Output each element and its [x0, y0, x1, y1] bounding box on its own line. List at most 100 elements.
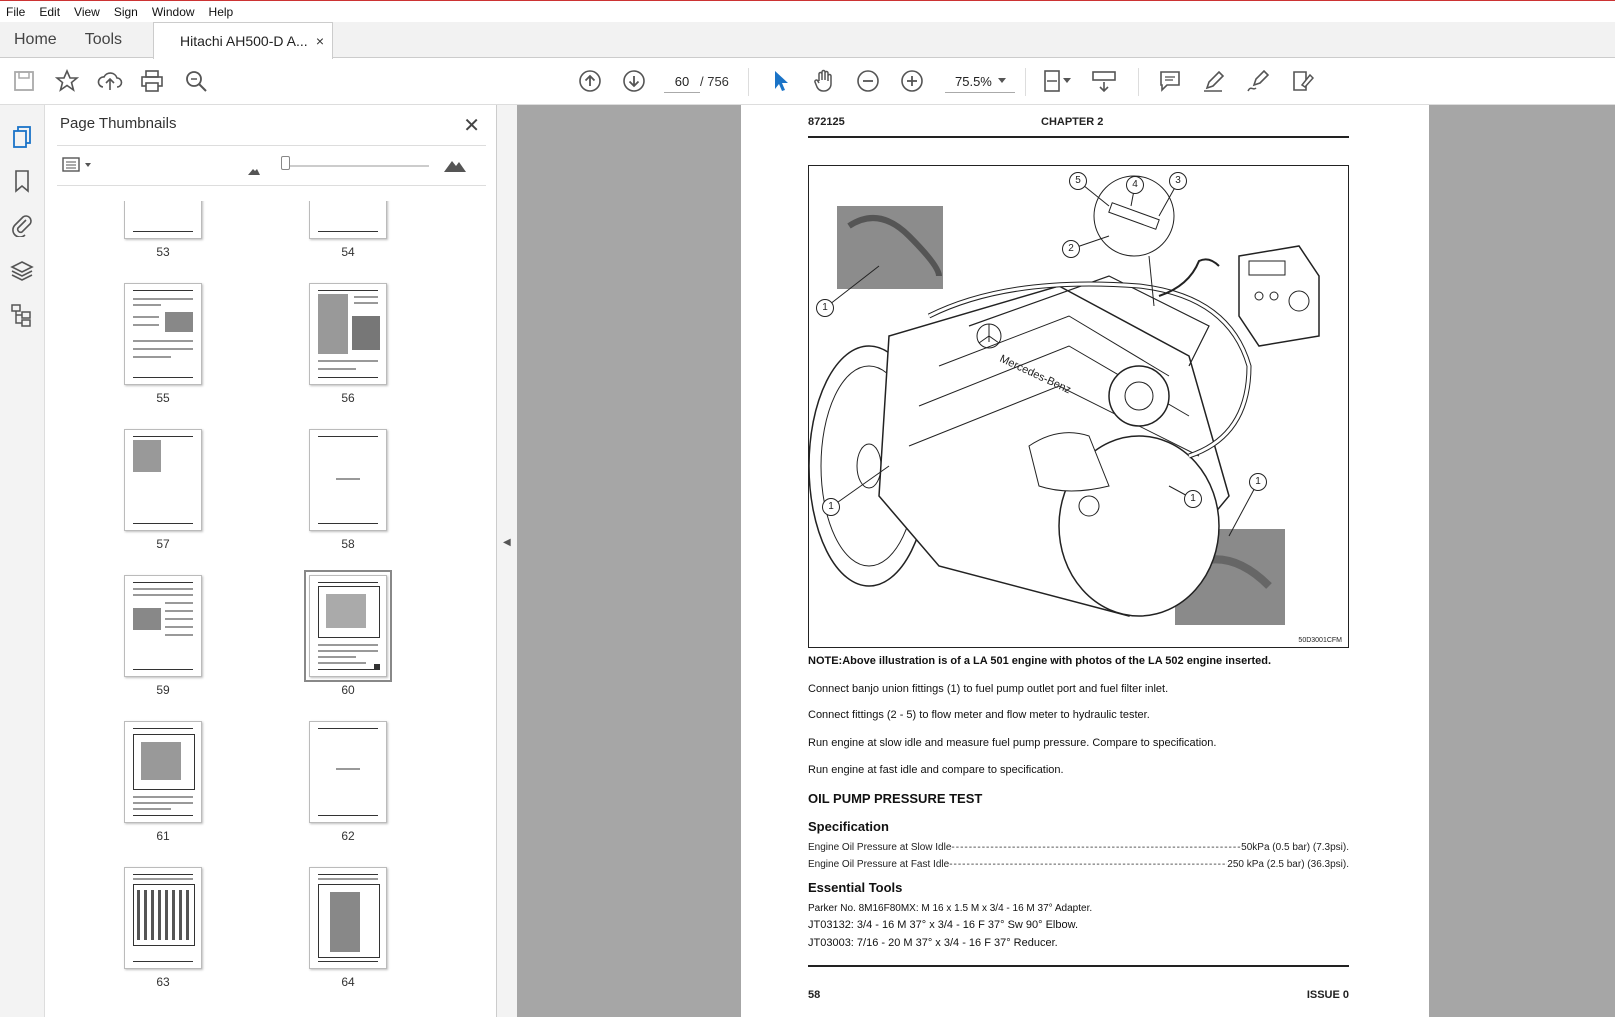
menu-bar: File Edit View Sign Window Help: [0, 0, 1615, 22]
tab-document[interactable]: Hitachi AH500-D A... ×: [153, 22, 333, 59]
slider-handle[interactable]: [281, 156, 290, 170]
tab-home[interactable]: Home: [0, 22, 71, 57]
collapse-panel-handle[interactable]: ◀: [497, 105, 517, 1017]
left-navigation-rail: [0, 105, 45, 1017]
page-thumbnail-number: 62: [341, 829, 355, 843]
document-tab-title: Hitachi AH500-D A...: [180, 33, 308, 49]
print-icon[interactable]: [138, 67, 166, 95]
toolbar: 60 / 756 75.5%: [0, 59, 1615, 105]
footer-rule: [808, 965, 1349, 967]
page-thumbnail[interactable]: [124, 575, 202, 677]
chevron-down-icon[interactable]: [1060, 67, 1074, 95]
page-thumbnails-icon[interactable]: [8, 123, 36, 151]
bookmarks-icon[interactable]: [8, 167, 36, 195]
page-footer-number: 58: [808, 989, 821, 1001]
document-page: 872125 CHAPTER 2 Mercedes-Benz 1 1 1 1 2…: [741, 105, 1429, 1017]
page-header-code: 872125: [808, 116, 845, 128]
page-thumbnail-number: 63: [156, 975, 170, 989]
fill-sign-icon[interactable]: [1288, 67, 1316, 95]
page-thumbnail[interactable]: [309, 283, 387, 385]
tab-tools[interactable]: Tools: [71, 22, 136, 57]
spec-label: Engine Oil Pressure at Slow Idle: [808, 842, 952, 853]
upload-cloud-icon[interactable]: [96, 67, 124, 95]
highlight-pen-icon[interactable]: [1200, 67, 1228, 95]
callout-1: 1: [822, 498, 840, 516]
menu-file[interactable]: File: [0, 5, 33, 19]
menu-edit[interactable]: Edit: [33, 5, 68, 19]
menu-help[interactable]: Help: [203, 5, 242, 19]
small-mountain-icon[interactable]: [245, 157, 263, 185]
attachments-paperclip-icon[interactable]: [8, 211, 36, 239]
document-viewer: 872125 CHAPTER 2 Mercedes-Benz 1 1 1 1 2…: [517, 105, 1615, 1017]
chevron-down-icon[interactable]: [995, 67, 1009, 95]
zoom-out-icon[interactable]: [854, 67, 882, 95]
hand-tool-icon[interactable]: [810, 67, 838, 95]
search-zoom-icon[interactable]: [182, 67, 210, 95]
close-tab-icon[interactable]: ×: [316, 23, 324, 59]
page-thumbnail[interactable]: [124, 429, 202, 531]
header-rule: [808, 136, 1349, 138]
page-total-label: / 756: [700, 74, 729, 89]
page-thumbnail[interactable]: [309, 201, 387, 239]
tool-item: JT03003: 7/16 - 20 M 37° x 3/4 - 16 F 37…: [808, 937, 1058, 949]
page-thumbnail-number: 53: [156, 245, 170, 259]
specification-heading: Specification: [808, 819, 889, 834]
engine-illustration: Mercedes-Benz 1 1 1 1 2 3 4 5 50D3001CFM: [808, 165, 1349, 648]
page-number-input[interactable]: 60: [664, 71, 700, 93]
page-thumbnail[interactable]: [309, 721, 387, 823]
close-panel-icon[interactable]: ✕: [463, 113, 480, 138]
layers-icon[interactable]: [8, 257, 36, 285]
thumbnail-list: 53 54 55 56 57 58 59 60 61 62 63 64: [57, 201, 467, 1017]
page-thumbnail-number: 56: [341, 391, 355, 405]
comment-icon[interactable]: [1156, 67, 1184, 95]
callout-1: 1: [1249, 473, 1267, 491]
spec-leader: ----------------------------------------…: [949, 859, 1227, 870]
page-thumbnail-number: 55: [156, 391, 170, 405]
page-header-chapter: CHAPTER 2: [1041, 116, 1104, 128]
save-icon[interactable]: [10, 67, 38, 95]
panel-title: Page Thumbnails: [60, 115, 177, 132]
menu-window[interactable]: Window: [146, 5, 203, 19]
toolbar-divider: [1138, 68, 1139, 96]
collapse-arrow-icon[interactable]: ◀: [503, 537, 511, 548]
toolbar-divider: [1025, 68, 1026, 96]
menu-view[interactable]: View: [68, 5, 108, 19]
page-thumbnail-number: 54: [341, 245, 355, 259]
tool-item: JT03132: 3/4 - 16 M 37° x 3/4 - 16 F 37°…: [808, 919, 1079, 931]
next-page-icon[interactable]: [620, 67, 648, 95]
previous-page-icon[interactable]: [576, 67, 604, 95]
callout-4: 4: [1126, 176, 1144, 194]
tool-item: Parker No. 8M16F80MX: M 16 x 1.5 M x 3/4…: [808, 903, 1093, 914]
scroll-mode-icon[interactable]: [1090, 67, 1118, 95]
page-thumbnail-selected[interactable]: [304, 570, 392, 682]
page-thumbnail[interactable]: [309, 429, 387, 531]
page-footer-issue: ISSUE 0: [1306, 989, 1349, 1001]
menu-sign[interactable]: Sign: [108, 5, 146, 19]
select-cursor-icon[interactable]: [766, 67, 794, 95]
figure-code: 50D3001CFM: [1298, 637, 1342, 644]
large-mountain-icon[interactable]: [441, 151, 469, 179]
page-thumbnail[interactable]: [124, 721, 202, 823]
sign-icon[interactable]: [1244, 67, 1272, 95]
callout-2: 2: [1062, 240, 1080, 258]
page-thumbnail[interactable]: [124, 201, 202, 239]
page-thumbnail-number: 64: [341, 975, 355, 989]
bookmark-star-icon[interactable]: [53, 67, 81, 95]
structure-tree-icon[interactable]: [8, 301, 36, 329]
thumbnail-size-slider[interactable]: [283, 165, 429, 167]
spec-row: Engine Oil Pressure at Slow Idle -------…: [808, 842, 1349, 853]
zoom-in-icon[interactable]: [898, 67, 926, 95]
page-thumbnails-panel: Page Thumbnails ✕ 53 54 55 56 57 58 59 6…: [45, 105, 525, 1017]
section-title: OIL PUMP PRESSURE TEST: [808, 791, 983, 806]
spec-value: 50kPa (0.5 bar) (7.3psi).: [1241, 842, 1349, 853]
page-thumbnail[interactable]: [124, 283, 202, 385]
thumbnail-options-icon[interactable]: [59, 151, 95, 179]
page-thumbnail[interactable]: [124, 867, 202, 969]
toolbar-divider: [748, 68, 749, 96]
note-text: NOTE:Above illustration is of a LA 501 e…: [808, 655, 1272, 667]
callout-1: 1: [816, 299, 834, 317]
callout-1: 1: [1184, 490, 1202, 508]
page-thumbnail[interactable]: [309, 867, 387, 969]
callout-3: 3: [1169, 172, 1187, 190]
instruction-paragraph: Run engine at fast idle and compare to s…: [808, 764, 1064, 776]
